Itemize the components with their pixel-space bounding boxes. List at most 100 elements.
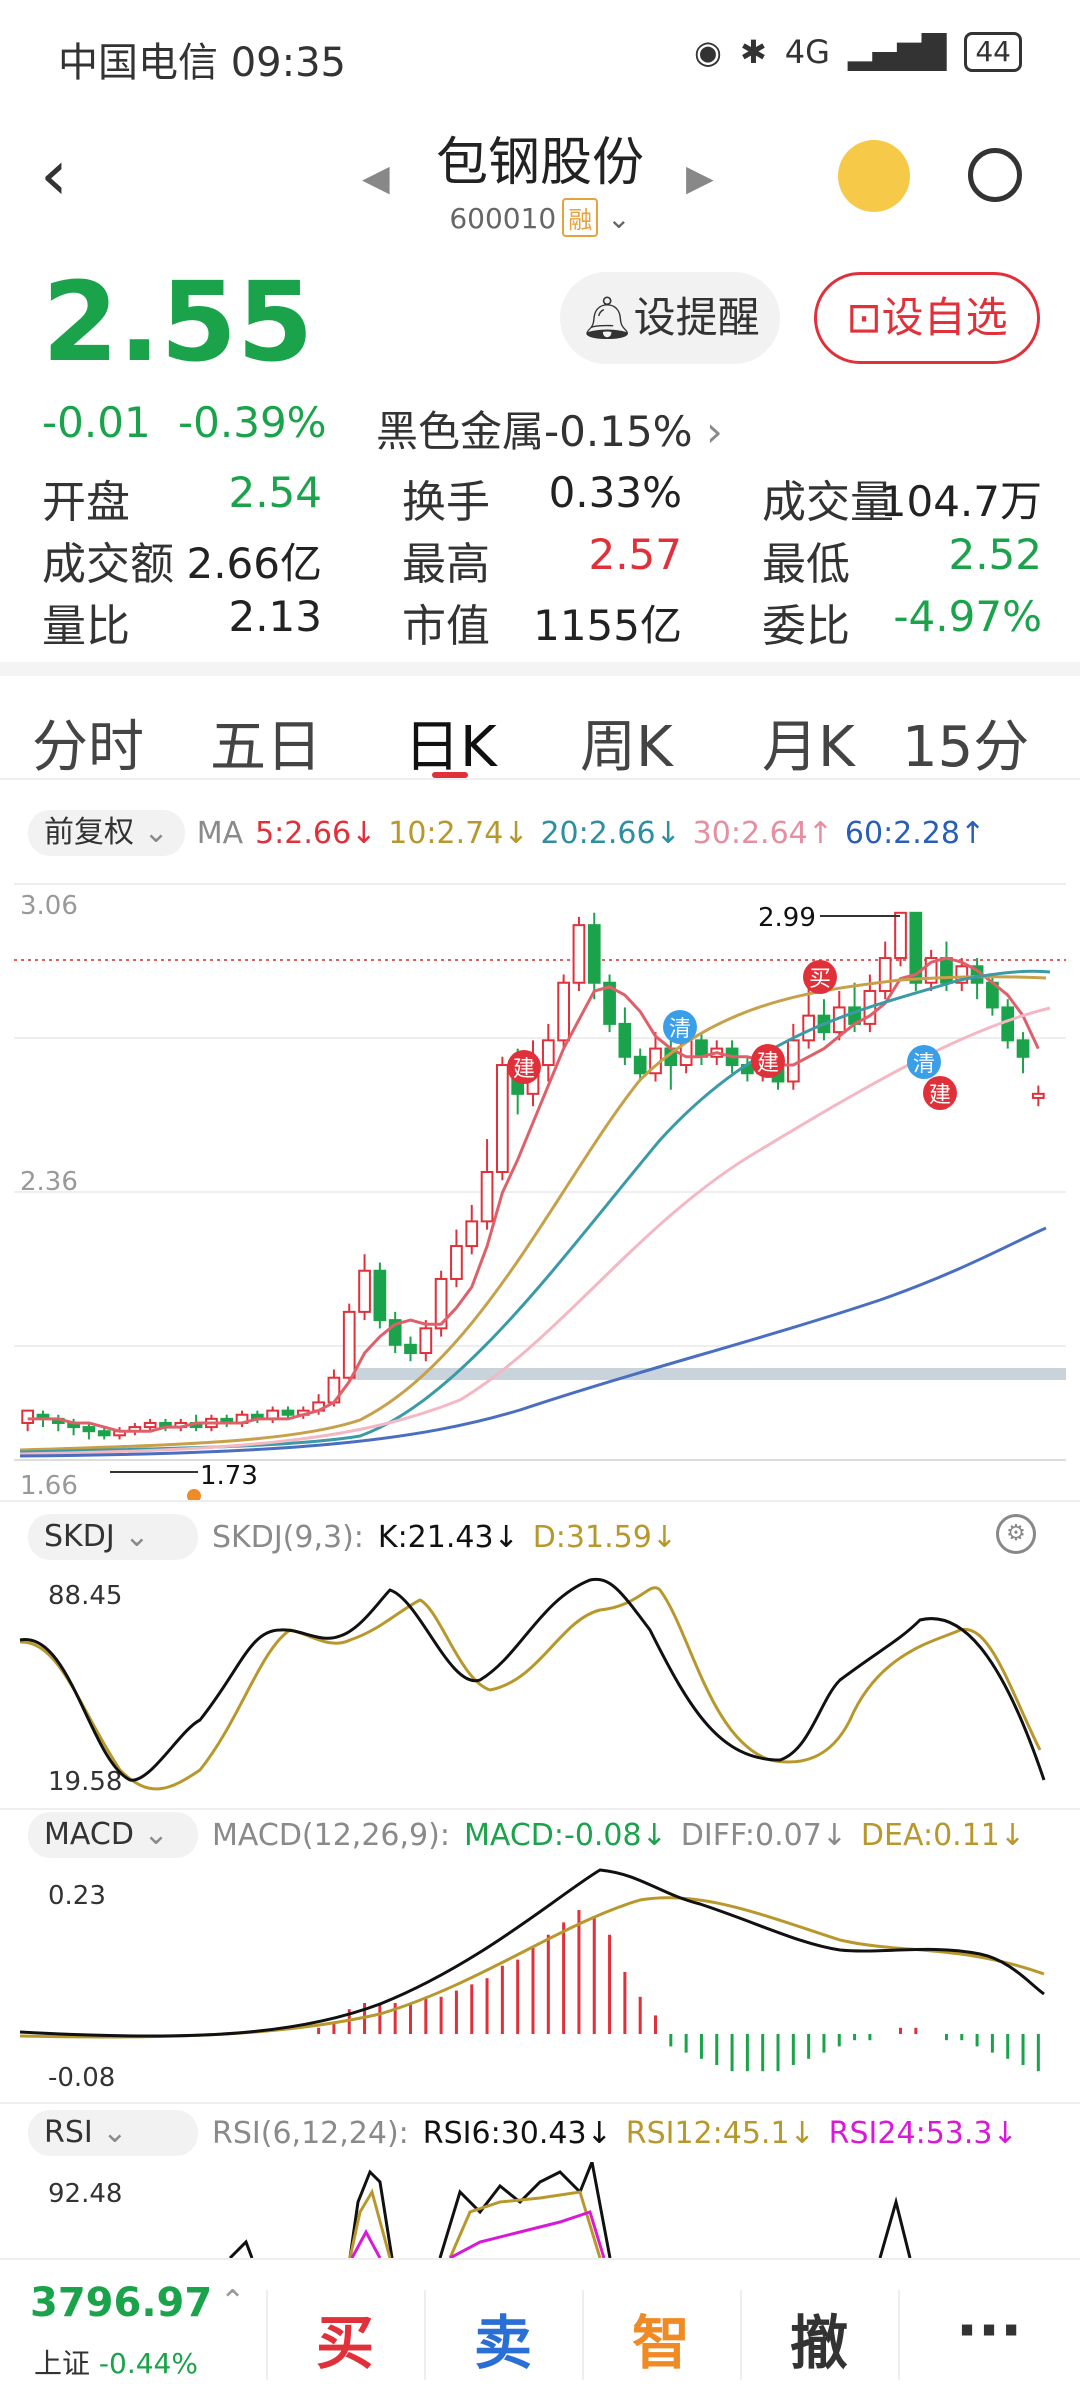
set-reminder-button[interactable]: 🔔︎设提醒 (560, 272, 780, 364)
macd-value: MACD:-0.08↓ (463, 1817, 667, 1853)
mascot-icon[interactable] (838, 140, 910, 212)
stock-code-row[interactable]: 600010 融 ⌄ (0, 198, 1080, 237)
low-marker-dot (187, 1489, 201, 1500)
status-icons: ◉ ✱ 4G ▂▄▆█ 44 (694, 32, 1022, 72)
more-icon[interactable]: ··· (956, 2296, 1022, 2364)
period-high-label: 2.99 (758, 903, 816, 933)
tab-15min[interactable]: 15分 (902, 702, 1029, 783)
candle-body (878, 957, 892, 992)
stat-label: 市值 (402, 601, 490, 652)
index-name: 上证 (34, 2347, 91, 2380)
search-icon[interactable] (968, 148, 1022, 202)
candle-body (82, 1426, 96, 1433)
network-icon: 4G (784, 33, 830, 71)
candle-body (465, 1220, 479, 1248)
price-change-pct: -0.39% (178, 398, 327, 447)
candle-body (1031, 1092, 1045, 1099)
y-min-label: 1.66 (20, 1471, 78, 1500)
cancel-order-button[interactable]: 撤 (790, 2296, 848, 2380)
add-watchlist-button[interactable]: ⊡设自选 (814, 272, 1040, 364)
tab-daily-k[interactable]: 日K (404, 702, 497, 783)
chevron-down-icon: ⌄ (607, 202, 631, 235)
index-value[interactable]: 3796.97 (30, 2280, 212, 2326)
stock-name: 包钢股份 (435, 133, 644, 193)
macd-chart: 0.23 -0.08 (19, 1868, 1045, 2093)
y-max-label: 3.06 (20, 891, 78, 921)
candle-body (21, 1409, 35, 1424)
stat-label: 开盘 (42, 477, 130, 528)
skdj-ymin: 19.58 (48, 1767, 122, 1797)
marker-mai: 买 (809, 967, 831, 992)
tab-five-day[interactable]: 五日 (210, 702, 322, 783)
tab-intraday[interactable]: 分时 (32, 702, 144, 783)
macd-selector[interactable]: MACD ⌄ (28, 1812, 198, 1858)
stat-value: 104.7万 (879, 477, 1042, 526)
skdj-d-value: D:31.59↓ (532, 1519, 677, 1555)
stat-label: 量比 (42, 601, 130, 652)
ma-label: MA (196, 815, 244, 851)
chevron-down-icon: ⌄ (143, 815, 169, 850)
adjust-mode-selector[interactable]: 前复权 ⌄ (28, 810, 185, 856)
stat-value: 1155亿 (533, 601, 682, 650)
stat-value: 2.13 (228, 592, 322, 641)
marker-jian: 建 (929, 1083, 951, 1108)
macd-ymin: -0.08 (48, 2063, 115, 2093)
smart-button[interactable]: 智 (632, 2296, 690, 2380)
macd-diff-value: DIFF:0.07↓ (680, 1817, 847, 1853)
candle-body (450, 1245, 463, 1280)
stat-value: 2.52 (948, 530, 1042, 579)
buy-button[interactable]: 买 (316, 2296, 374, 2380)
skdj-header: SKDJ ⌄ SKDJ(9,3): K:21.43↓ D:31.59↓ (28, 1514, 677, 1560)
next-stock-icon[interactable]: ▶ (686, 158, 714, 199)
set-reminder-label: 设提醒 (633, 293, 760, 342)
kline-chart[interactable]: 3.06 2.36 1.66 2.99 1.73 建 清 建 买 清 建 (0, 880, 1080, 1500)
candle-body (342, 1310, 356, 1379)
macd-header: MACD ⌄ MACD(12,26,9): MACD:-0.08↓ DIFF:0… (28, 1812, 1025, 1858)
stat-label: 委比 (762, 601, 850, 652)
candle-body (633, 1055, 647, 1075)
stock-header: ‹ ◀ 包钢股份 600010 融 ⌄ ▶ (0, 110, 1080, 250)
candle-body (419, 1327, 433, 1355)
chevron-right-icon: › (705, 407, 723, 456)
bluetooth-icon: ✱ (739, 33, 767, 71)
skdj-ymax: 88.45 (48, 1581, 122, 1611)
skdj-selector[interactable]: SKDJ ⌄ (28, 1514, 198, 1560)
stat-label: 最高 (402, 539, 490, 590)
divider (0, 2102, 1080, 2104)
skdj-params: SKDJ(9,3): (212, 1519, 364, 1555)
ma30-value: 30:2.64↑ (692, 815, 833, 851)
candle-body (1016, 1039, 1030, 1058)
rsi6-value: RSI6:30.43↓ (422, 2115, 612, 2151)
margin-badge: 融 (562, 198, 599, 237)
sector-row[interactable]: 黑色金属-0.15% › (376, 398, 723, 459)
sell-button[interactable]: 卖 (474, 2296, 532, 2380)
divider (0, 1808, 1080, 1810)
price-change: -0.01 (42, 398, 151, 447)
divider (740, 2290, 742, 2380)
stat-value: 2.57 (588, 530, 682, 579)
rsi-header: RSI ⌄ RSI(6,12,24): RSI6:30.43↓ RSI12:45… (28, 2110, 1018, 2156)
candle-body (786, 1039, 800, 1083)
candle-body (281, 1409, 295, 1416)
ma10-value: 10:2.74↓ (388, 815, 529, 851)
candle-body (894, 911, 907, 960)
candle-body (541, 1039, 555, 1067)
rsi-selector[interactable]: RSI ⌄ (28, 2110, 198, 2156)
skdj-k-value: K:21.43↓ (377, 1519, 519, 1555)
tab-weekly-k[interactable]: 周K (580, 702, 673, 783)
candle-body (143, 1421, 157, 1429)
marker-jian: 建 (757, 1051, 779, 1076)
candle-body (496, 1064, 509, 1173)
ma60-line (19, 1226, 1047, 1458)
macd-params: MACD(12,26,9): (212, 1817, 450, 1853)
settings-icon[interactable]: ⚙︎ (996, 1514, 1036, 1554)
chevron-up-icon[interactable]: ⌃ (220, 2284, 245, 2319)
candle-body (480, 1171, 494, 1223)
rsi24-value: RSI24:53.3↓ (828, 2115, 1018, 2151)
macd-dea-value: DEA:0.11↓ (860, 1817, 1026, 1853)
tab-monthly-k[interactable]: 月K (762, 702, 855, 783)
ma60-value: 60:2.28↑ (844, 815, 986, 851)
stat-value: -4.97% (893, 592, 1042, 641)
divider (898, 2290, 900, 2380)
adjust-mode-label: 前复权 (44, 815, 134, 850)
